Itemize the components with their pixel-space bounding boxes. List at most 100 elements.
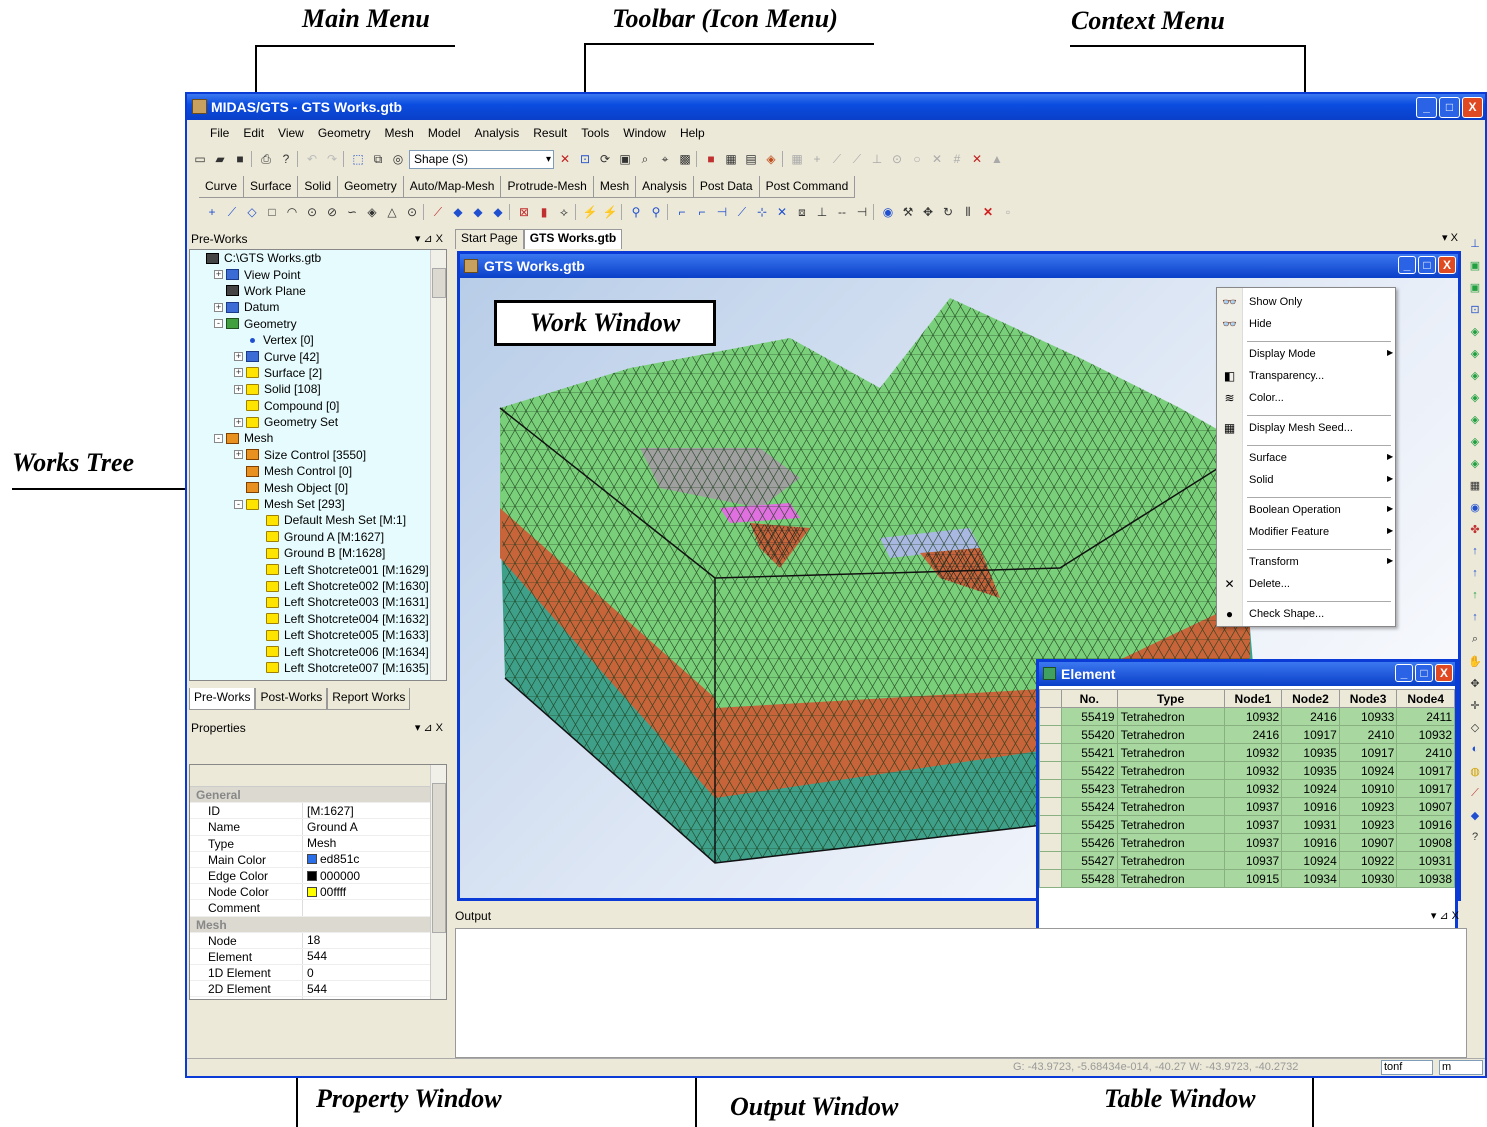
menu-result[interactable]: Result bbox=[526, 126, 574, 140]
table-cell[interactable]: Tetrahedron bbox=[1116, 761, 1225, 780]
table-cell[interactable]: 10932 bbox=[1223, 761, 1283, 780]
table-cell[interactable]: 10924 bbox=[1338, 761, 1398, 780]
axis-rot-icon[interactable]: ↑ bbox=[1467, 608, 1483, 626]
select-view-icon[interactable]: ◐ bbox=[1467, 740, 1483, 758]
filter-icon[interactable]: ⧉ bbox=[369, 150, 387, 168]
ellipse-icon[interactable]: ⊘ bbox=[323, 203, 341, 221]
table-cell[interactable]: Tetrahedron bbox=[1116, 725, 1225, 744]
context-menu-item[interactable]: Transparency... bbox=[1249, 370, 1324, 382]
tree-item[interactable]: Ground A [M:1627] bbox=[190, 529, 446, 545]
display-icon[interactable]: ▣ bbox=[616, 150, 634, 168]
help-view-icon[interactable]: ? bbox=[1467, 828, 1483, 846]
tab-protrude-mesh[interactable]: Protrude-Mesh bbox=[501, 176, 594, 197]
table-cell[interactable]: 10937 bbox=[1223, 851, 1283, 870]
snap-grid-icon[interactable]: ▦ bbox=[788, 150, 806, 168]
polygon-icon[interactable]: ◈ bbox=[363, 203, 381, 221]
table-row[interactable]: 55424 Tetrahedron 10937 10916 10923 10907 bbox=[1039, 797, 1455, 816]
table-cell[interactable]: Tetrahedron bbox=[1116, 707, 1225, 726]
collapse-icon[interactable]: - bbox=[214, 319, 223, 329]
context-menu-item[interactable]: Show Only bbox=[1249, 296, 1302, 308]
tree-item[interactable]: Work Plane bbox=[190, 283, 446, 299]
table-cell[interactable]: 10916 bbox=[1281, 833, 1340, 852]
table-cell[interactable]: 10917 bbox=[1396, 779, 1455, 798]
snap-line-icon[interactable]: ⟋ bbox=[828, 150, 846, 168]
property-group[interactable]: General bbox=[190, 787, 446, 804]
close-button[interactable]: X bbox=[1438, 256, 1456, 274]
tree-item[interactable]: Left Shotcrete004 [M:1632] bbox=[190, 611, 446, 627]
tree-item[interactable]: Left Shotcrete005 [M:1633] bbox=[190, 627, 446, 643]
maximize-button[interactable]: □ bbox=[1439, 97, 1460, 118]
axis-x-icon[interactable]: ↑ bbox=[1467, 542, 1483, 560]
color-icon[interactable]: ■ bbox=[702, 150, 720, 168]
table-cell[interactable]: 10935 bbox=[1281, 743, 1340, 762]
zoom-fit-icon[interactable]: ⊡ bbox=[576, 150, 594, 168]
element-window-titlebar[interactable]: Element _ □ X bbox=[1039, 662, 1455, 686]
tab-mesh[interactable]: Mesh bbox=[594, 176, 637, 197]
property-value[interactable]: 544 bbox=[303, 981, 446, 996]
row-selector[interactable] bbox=[1039, 743, 1062, 762]
table-cell[interactable]: 10923 bbox=[1338, 797, 1398, 816]
table-cell[interactable]: 10917 bbox=[1281, 725, 1340, 744]
table-cell[interactable]: 10917 bbox=[1396, 761, 1455, 780]
snap-perp-icon[interactable]: ⊥ bbox=[868, 150, 886, 168]
table-cell[interactable]: 10933 bbox=[1338, 707, 1398, 726]
snap-clear-icon[interactable]: ✕ bbox=[968, 150, 986, 168]
pin-icon[interactable]: ⚲ bbox=[627, 203, 645, 221]
shade-icon[interactable]: ◉ bbox=[1467, 498, 1483, 516]
table-cell[interactable]: 55424 bbox=[1061, 797, 1118, 816]
props-scrollbar[interactable] bbox=[430, 765, 446, 999]
zoom-window-icon[interactable]: ⌕ bbox=[1467, 630, 1483, 648]
dynamic-icon[interactable]: ✥ bbox=[1467, 674, 1483, 692]
snap-mid-icon[interactable]: ⟋ bbox=[848, 150, 866, 168]
split-icon[interactable]: ⚡ bbox=[581, 203, 599, 221]
property-value[interactable]: Ground A bbox=[303, 819, 446, 834]
table-row[interactable]: 55427 Tetrahedron 10937 10924 10922 10931 bbox=[1039, 851, 1455, 870]
tree-item[interactable]: C:\GTS Works.gtb bbox=[190, 250, 446, 266]
extend-icon[interactable]: ⟋ bbox=[733, 203, 751, 221]
property-group[interactable]: Mesh bbox=[190, 916, 446, 933]
property-value[interactable]: 000000 bbox=[303, 868, 446, 883]
expand-icon[interactable]: + bbox=[234, 352, 243, 362]
minimize-button[interactable]: _ bbox=[1398, 256, 1416, 274]
table-row[interactable]: 55423 Tetrahedron 10932 10924 10910 10917 bbox=[1039, 779, 1455, 798]
context-menu-item[interactable]: Modifier Feature ▶ bbox=[1249, 526, 1393, 538]
tab-post-command[interactable]: Post Command bbox=[760, 176, 856, 197]
table-cell[interactable]: 10910 bbox=[1338, 779, 1398, 798]
table-cell[interactable]: 55423 bbox=[1061, 779, 1118, 798]
snap-cross-icon[interactable]: ✕ bbox=[928, 150, 946, 168]
table-cell[interactable]: 10908 bbox=[1396, 833, 1455, 852]
view-icon[interactable]: ▣ bbox=[1467, 256, 1483, 274]
tab-analysis[interactable]: Analysis bbox=[636, 176, 694, 197]
tree-item[interactable]: Mesh Control [0] bbox=[190, 463, 446, 479]
property-value[interactable]: [M:1627] bbox=[303, 803, 446, 818]
tree-item[interactable]: Left Shotcrete002 [M:1630] bbox=[190, 578, 446, 594]
tree-item[interactable]: + Curve [42] bbox=[190, 348, 446, 364]
tree-item[interactable]: Vertex [0] bbox=[190, 332, 446, 348]
rotate-view-icon[interactable]: ✤ bbox=[1467, 520, 1483, 538]
property-row[interactable]: Type Mesh bbox=[190, 835, 446, 852]
table-cell[interactable]: 2411 bbox=[1396, 707, 1455, 726]
context-menu-item[interactable]: Boolean Operation ▶ bbox=[1249, 504, 1393, 516]
context-menu-item[interactable]: Color... bbox=[1249, 392, 1284, 404]
context-menu-item[interactable]: Delete... bbox=[1249, 578, 1290, 590]
property-row[interactable]: 3D Element 0 bbox=[190, 997, 446, 999]
tab-auto-map-mesh[interactable]: Auto/Map-Mesh bbox=[404, 176, 502, 197]
property-value[interactable]: 18 bbox=[303, 933, 446, 948]
workplane-icon[interactable]: ◈ bbox=[762, 150, 780, 168]
end-icon[interactable]: ⊣ bbox=[853, 203, 871, 221]
menu-window[interactable]: Window bbox=[616, 126, 673, 140]
table-cell[interactable]: 55425 bbox=[1061, 815, 1118, 834]
table-cell[interactable]: 10922 bbox=[1338, 851, 1398, 870]
table-cell[interactable]: 10924 bbox=[1281, 779, 1340, 798]
property-row[interactable]: Node Color 00ffff bbox=[190, 884, 446, 901]
triangle-icon[interactable]: △ bbox=[383, 203, 401, 221]
hide-icon[interactable]: ◇ bbox=[1467, 718, 1483, 736]
tree-item[interactable]: Left Shotcrete003 [M:1631] bbox=[190, 594, 446, 610]
mirror-icon[interactable]: ⫴ bbox=[959, 203, 977, 221]
row-selector[interactable] bbox=[1039, 833, 1062, 852]
property-value[interactable]: ed851c bbox=[303, 852, 446, 867]
property-row[interactable]: Name Ground A bbox=[190, 819, 446, 836]
table-cell[interactable]: 55421 bbox=[1061, 743, 1118, 762]
tab-solid[interactable]: Solid bbox=[298, 176, 339, 197]
table-cell[interactable]: 10932 bbox=[1223, 743, 1283, 762]
